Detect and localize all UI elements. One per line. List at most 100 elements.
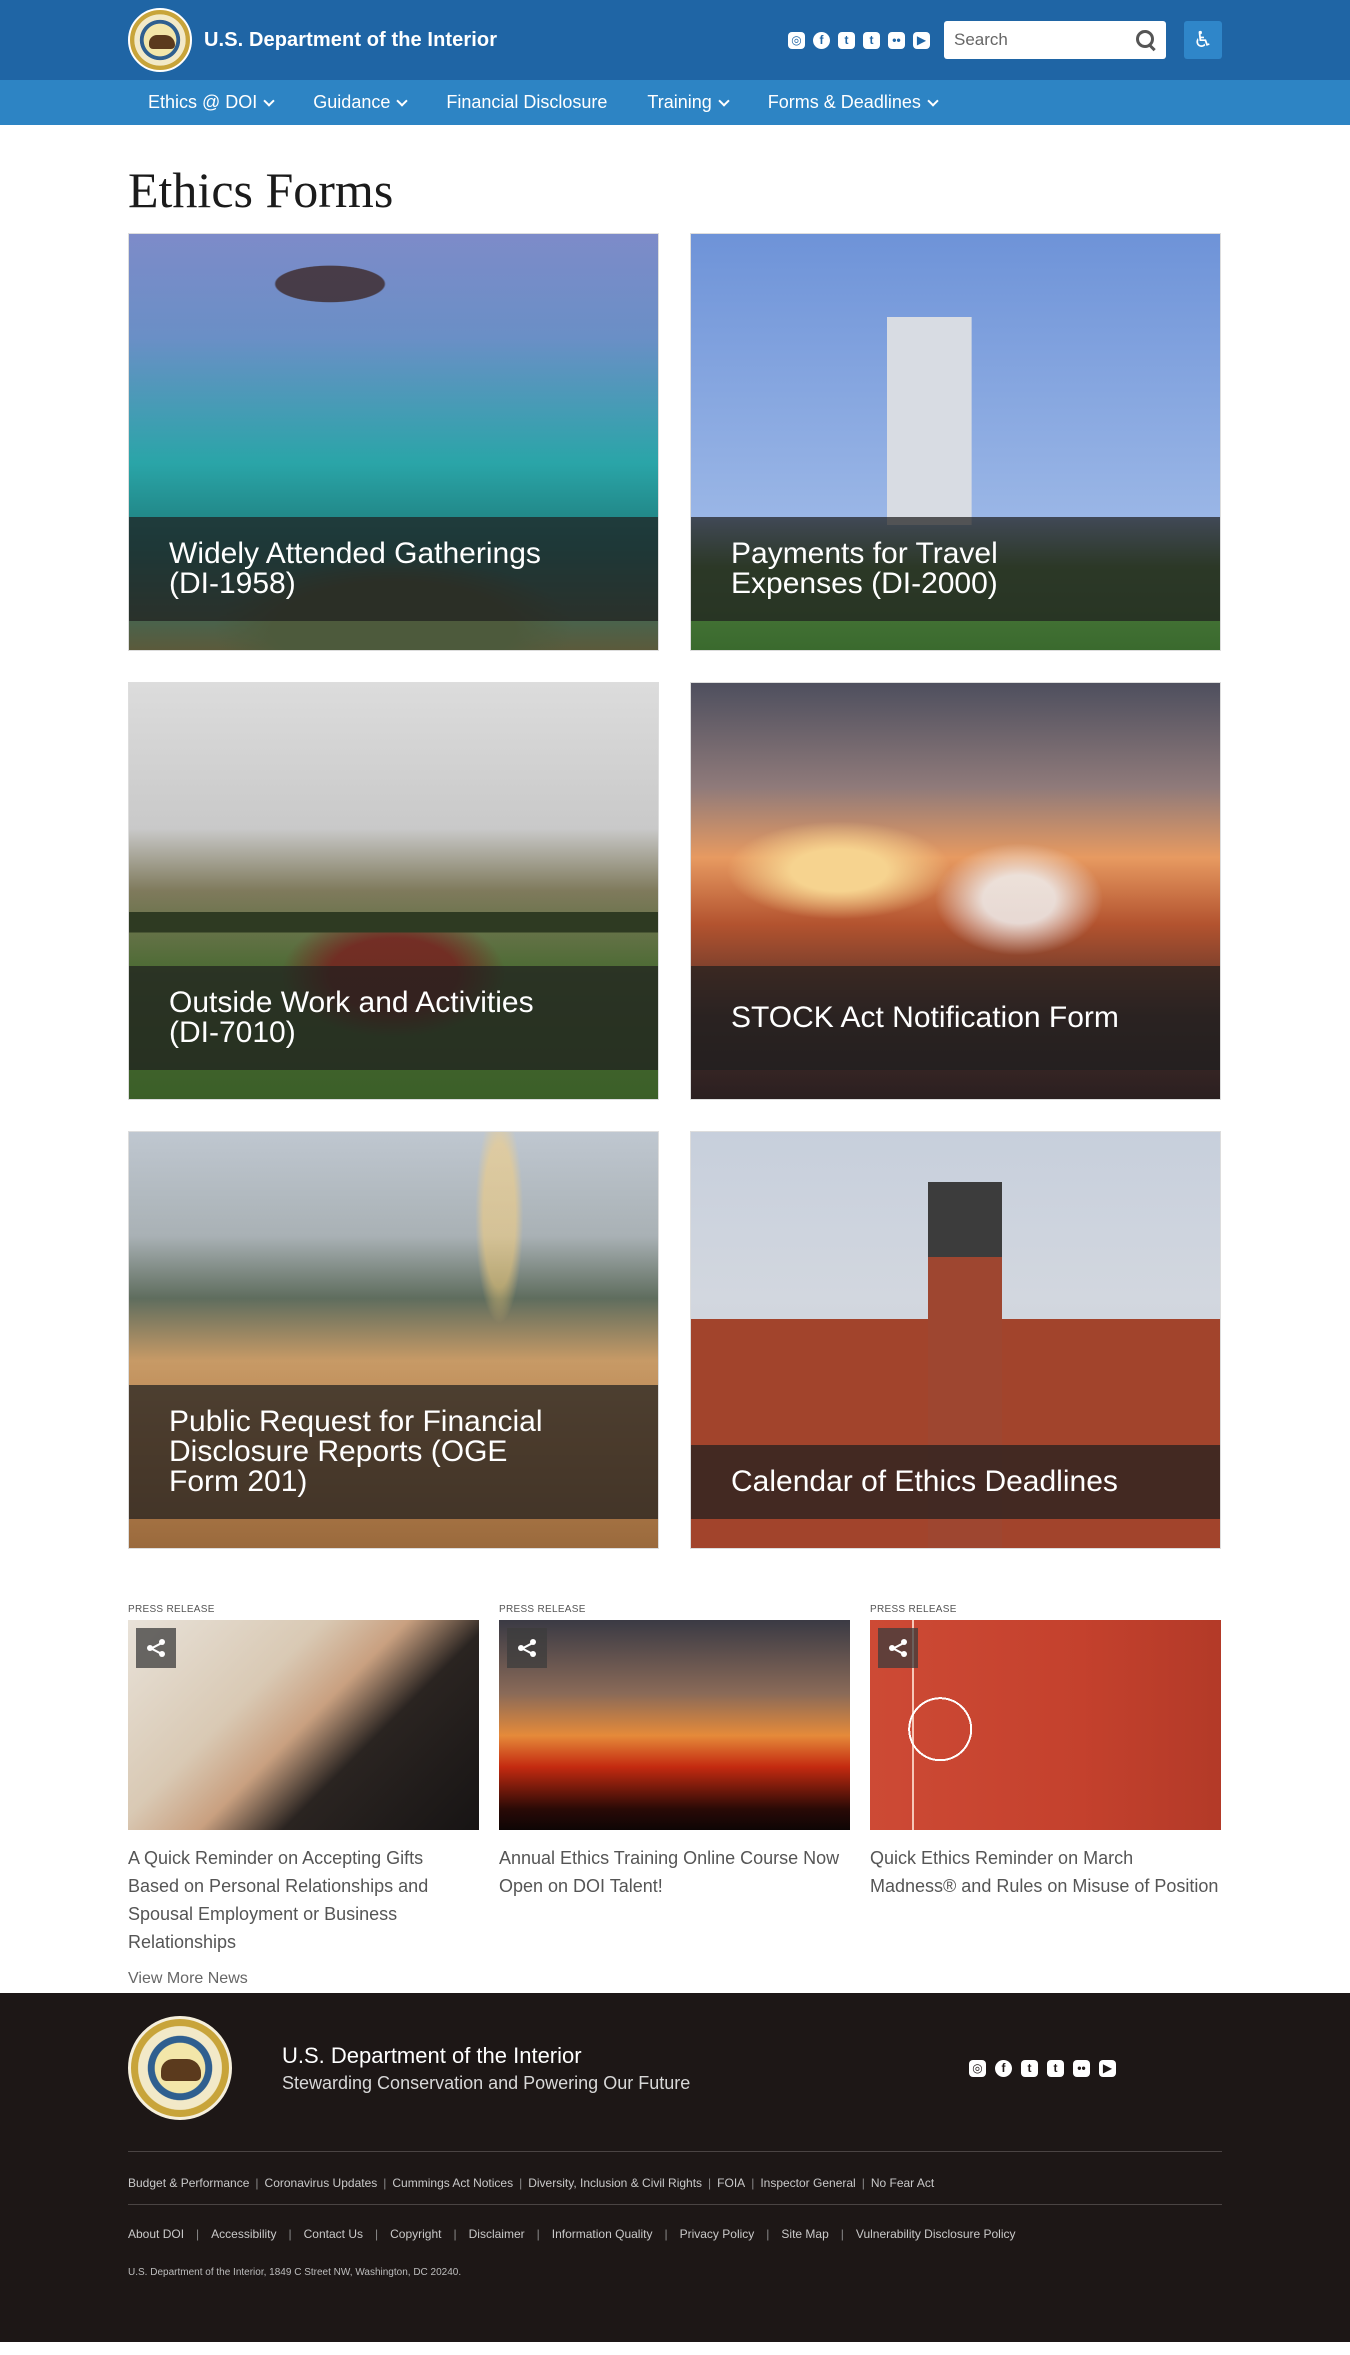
news-section: PRESS RELEASE A Quick Reminder on Accept… — [128, 1604, 1222, 1956]
footer-link[interactable]: About DOI — [128, 2227, 184, 2241]
nav-label: Financial Disclosure — [446, 92, 608, 112]
search-box — [944, 21, 1166, 59]
news-item: PRESS RELEASE Quick Ethics Reminder on M… — [870, 1604, 1221, 1956]
nav-forms-deadlines[interactable]: Forms & Deadlines — [767, 92, 939, 113]
card-overlay: Payments for Travel Expenses (DI-2000) — [691, 517, 1220, 621]
card-title: STOCK Act Notification Form — [731, 1001, 1119, 1034]
card-overlay: Calendar of Ethics Deadlines — [691, 1445, 1220, 1519]
card-title: Payments for Travel Expenses (DI-2000) — [731, 537, 998, 600]
footer-link[interactable]: Privacy Policy — [652, 2227, 755, 2241]
top-bar: U.S. Department of the Interior ◎ f t t … — [0, 0, 1350, 80]
footer-link[interactable]: Diversity, Inclusion & Civil Rights — [513, 2176, 702, 2190]
footer-link[interactable]: Cummings Act Notices — [377, 2176, 513, 2190]
footer-link[interactable]: Coronavirus Updates — [249, 2176, 378, 2190]
flickr-icon[interactable]: •• — [1073, 2059, 1090, 2077]
footer-tagline: Stewarding Conservation and Powering Our… — [282, 2072, 691, 2093]
nav-label: Forms & Deadlines — [767, 92, 921, 112]
site-header: U.S. Department of the Interior ◎ f t t … — [0, 0, 1350, 125]
tumblr-icon[interactable]: t — [1047, 2059, 1064, 2077]
card-payments-travel-expenses[interactable]: Payments for Travel Expenses (DI-2000) — [690, 233, 1221, 651]
instagram-icon[interactable]: ◎ — [969, 2059, 986, 2077]
card-overlay: Outside Work and Activities (DI-7010) — [129, 966, 658, 1070]
share-button[interactable] — [878, 1628, 918, 1668]
forms-card-grid: Widely Attended Gatherings (DI-1958) Pay… — [128, 233, 1222, 1549]
footer-primary-links: Budget & Performance Coronavirus Updates… — [128, 2151, 1222, 2190]
nav-ethics-at-doi[interactable]: Ethics @ DOI — [148, 92, 275, 113]
chevron-down-icon — [718, 94, 730, 107]
card-public-request-financial-disclosure[interactable]: Public Request for Financial Disclosure … — [128, 1131, 659, 1549]
news-item: PRESS RELEASE A Quick Reminder on Accept… — [128, 1604, 479, 1956]
instagram-icon[interactable]: ◎ — [788, 31, 805, 49]
youtube-icon[interactable]: ▶ — [913, 31, 930, 49]
main-content: Ethics Forms Widely Attended Gatherings … — [128, 161, 1222, 1990]
share-icon — [889, 1639, 907, 1657]
card-widely-attended-gatherings[interactable]: Widely Attended Gatherings (DI-1958) — [128, 233, 659, 651]
page-title: Ethics Forms — [128, 162, 394, 218]
footer-link[interactable]: FOIA — [702, 2176, 745, 2190]
share-icon — [518, 1639, 536, 1657]
card-title: Calendar of Ethics Deadlines — [731, 1465, 1118, 1498]
card-title: Public Request for Financial Disclosure … — [169, 1405, 543, 1498]
card-overlay: Public Request for Financial Disclosure … — [129, 1385, 658, 1519]
nav-financial-disclosure[interactable]: Financial Disclosure — [446, 92, 607, 113]
chevron-down-icon — [396, 94, 409, 107]
news-thumbnail[interactable] — [128, 1620, 479, 1830]
footer-link[interactable]: Site Map — [754, 2227, 828, 2241]
card-calendar-ethics-deadlines[interactable]: Calendar of Ethics Deadlines — [690, 1131, 1221, 1549]
footer-address: U.S. Department of the Interior, 1849 C … — [128, 2267, 462, 2278]
footer-link[interactable]: Information Quality — [525, 2227, 653, 2241]
news-kicker: PRESS RELEASE — [128, 1604, 215, 1615]
card-overlay: STOCK Act Notification Form — [691, 966, 1220, 1070]
card-stock-act-notification[interactable]: STOCK Act Notification Form — [690, 682, 1221, 1100]
facebook-icon[interactable]: f — [813, 31, 830, 49]
nav-guidance[interactable]: Guidance — [313, 92, 409, 113]
footer-link[interactable]: Vulnerability Disclosure Policy — [829, 2227, 1016, 2241]
footer-social-links: ◎ f t t •• ▶ — [969, 2059, 1116, 2077]
news-kicker: PRESS RELEASE — [870, 1604, 957, 1615]
footer-link[interactable]: Disclaimer — [441, 2227, 525, 2241]
footer-secondary-links: About DOI Accessibility Contact Us Copyr… — [128, 2204, 1222, 2241]
share-icon — [147, 1639, 165, 1657]
news-thumbnail[interactable] — [870, 1620, 1221, 1830]
news-item: PRESS RELEASE Annual Ethics Training Onl… — [499, 1604, 850, 1956]
footer-link[interactable]: Accessibility — [184, 2227, 276, 2241]
footer-link[interactable]: No Fear Act — [856, 2176, 934, 2190]
card-title: Outside Work and Activities (DI-7010) — [169, 986, 534, 1049]
doi-seal-logo[interactable] — [128, 2016, 232, 2120]
share-button[interactable] — [507, 1628, 547, 1668]
footer-org-name: U.S. Department of the Interior — [282, 2042, 582, 2068]
footer-link[interactable]: Contact Us — [277, 2227, 363, 2241]
nav-training[interactable]: Training — [647, 92, 730, 113]
card-title: Widely Attended Gatherings (DI-1958) — [169, 537, 541, 600]
news-headline-link[interactable]: Quick Ethics Reminder on March Madness® … — [870, 1844, 1221, 1900]
tumblr-icon[interactable]: t — [863, 31, 880, 49]
chevron-down-icon — [263, 94, 275, 107]
youtube-icon[interactable]: ▶ — [1099, 2059, 1116, 2077]
news-headline-link[interactable]: A Quick Reminder on Accepting Gifts Base… — [128, 1844, 479, 1956]
twitter-icon[interactable]: t — [1021, 2059, 1038, 2077]
news-kicker: PRESS RELEASE — [499, 1604, 586, 1615]
accessibility-icon[interactable]: ♿ — [1184, 21, 1222, 59]
search-icon[interactable] — [1136, 30, 1156, 50]
facebook-icon[interactable]: f — [995, 2059, 1012, 2077]
chevron-down-icon — [927, 94, 939, 107]
footer-link[interactable]: Budget & Performance — [128, 2176, 249, 2190]
news-headline-link[interactable]: Annual Ethics Training Online Course Now… — [499, 1844, 850, 1900]
flickr-icon[interactable]: •• — [888, 31, 905, 49]
nav-label: Training — [647, 92, 712, 112]
footer-link[interactable]: Copyright — [363, 2227, 441, 2241]
nav-label: Ethics @ DOI — [148, 92, 258, 112]
footer-link[interactable]: Inspector General — [745, 2176, 855, 2190]
view-more-news-link[interactable]: View More News — [128, 1970, 1222, 1990]
news-thumbnail[interactable] — [499, 1620, 850, 1830]
site-brand[interactable]: U.S. Department of the Interior — [204, 29, 497, 52]
card-overlay: Widely Attended Gatherings (DI-1958) — [129, 517, 658, 621]
nav-label: Guidance — [313, 92, 391, 112]
twitter-icon[interactable]: t — [838, 31, 855, 49]
search-input[interactable] — [954, 30, 1114, 50]
doi-seal-logo[interactable] — [128, 8, 192, 72]
main-nav: Ethics @ DOI Guidance Financial Disclosu… — [0, 80, 1350, 125]
share-button[interactable] — [136, 1628, 176, 1668]
card-outside-work-activities[interactable]: Outside Work and Activities (DI-7010) — [128, 682, 659, 1100]
social-links: ◎ f t t •• ▶ — [788, 31, 930, 49]
